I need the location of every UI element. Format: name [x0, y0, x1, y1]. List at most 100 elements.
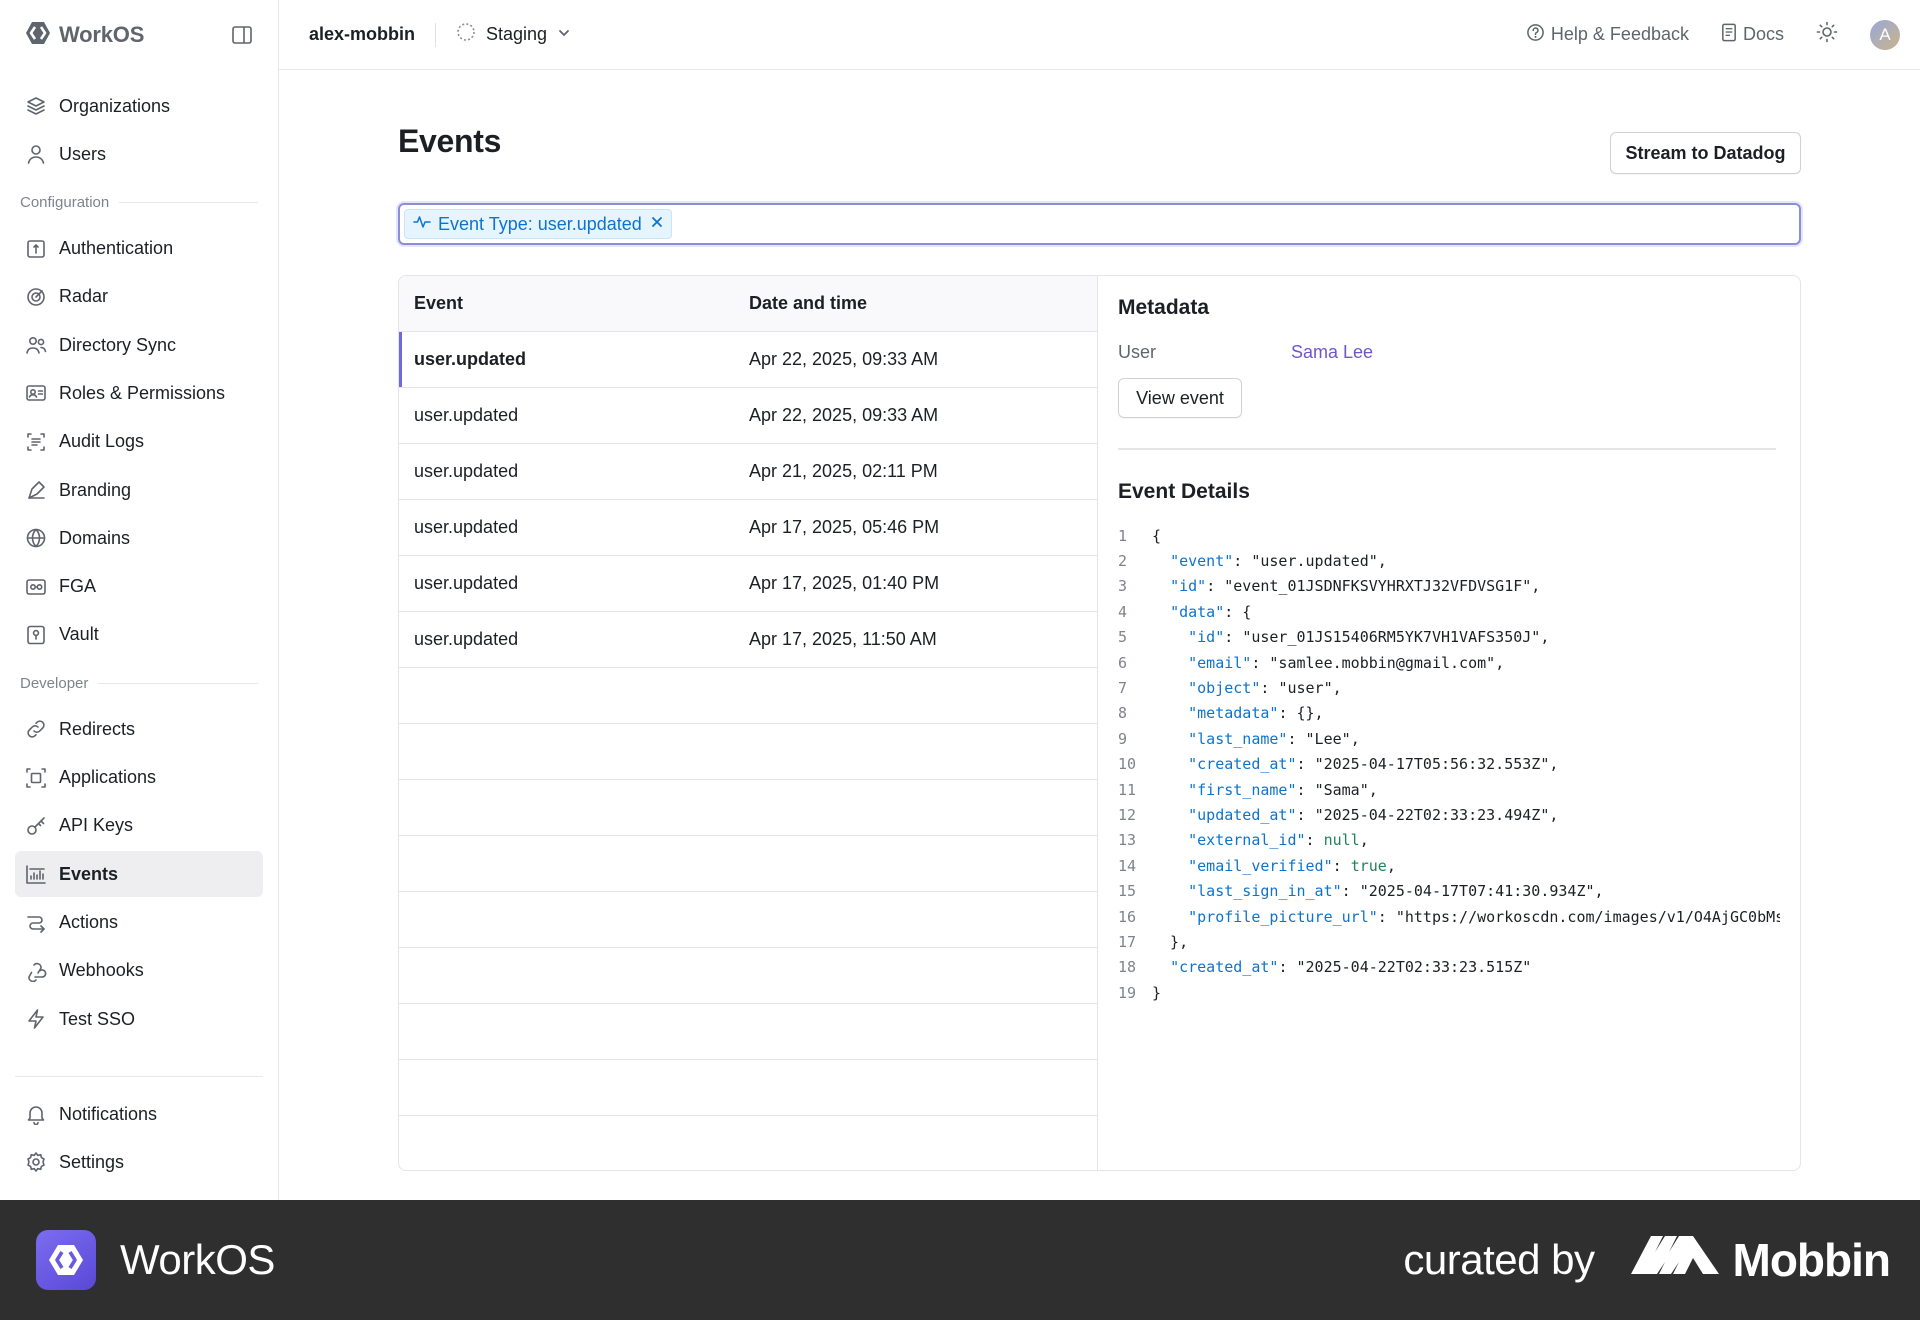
- vault-icon: [25, 624, 47, 646]
- avatar[interactable]: A: [1870, 19, 1900, 50]
- code-token: ,: [1549, 755, 1559, 774]
- app-window: WorkOS Organizations Users Configuration …: [0, 0, 1920, 1200]
- stream-to-datadog-button[interactable]: Stream to Datadog: [1610, 132, 1801, 174]
- table-header: Event Date and time: [399, 276, 1097, 332]
- sidebar-item-webhooks[interactable]: Webhooks: [15, 948, 263, 994]
- code-token: "Lee": [1305, 729, 1351, 748]
- sidebar-item-radar[interactable]: Radar: [15, 274, 263, 320]
- sidebar-item-label: Vault: [59, 624, 99, 645]
- sidebar-item-test-sso[interactable]: Test SSO: [15, 996, 263, 1042]
- sidebar-item-organizations[interactable]: Organizations: [15, 83, 263, 129]
- close-icon[interactable]: [651, 215, 663, 233]
- code-token: "user": [1278, 678, 1333, 697]
- line-number: 1: [1118, 526, 1128, 545]
- sidebar-item-fga[interactable]: FGA: [15, 564, 263, 610]
- sidebar-item-notifications[interactable]: Notifications: [15, 1091, 263, 1137]
- sidebar-item-applications[interactable]: Applications: [15, 755, 263, 801]
- webhook-icon: [25, 960, 47, 982]
- sidebar-item-label: Test SSO: [59, 1008, 136, 1029]
- sidebar-item-domains[interactable]: Domains: [15, 515, 263, 561]
- top-bar: alex-mobbin Staging Help & Feedback Docs…: [279, 0, 1920, 70]
- docs-link[interactable]: Docs: [1721, 23, 1784, 47]
- code-token: "2025-04-17T05:56:32.553Z": [1314, 755, 1550, 774]
- code-line: 4 "data": {: [1118, 600, 1780, 625]
- code-token: "event": [1170, 551, 1234, 570]
- banner-app-name: WorkOS: [120, 1236, 275, 1283]
- sidebar-item-label: Branding: [59, 479, 132, 500]
- code-token: "data": [1170, 602, 1225, 621]
- line-number: 18: [1118, 958, 1137, 977]
- sidebar-item-audit-logs[interactable]: Audit Logs: [15, 419, 263, 465]
- brand[interactable]: WorkOS: [25, 20, 144, 51]
- sidebar-item-label: Users: [59, 143, 107, 164]
- filter-input[interactable]: Event Type: user.updated: [398, 203, 1801, 245]
- sidebar-item-events[interactable]: Events: [15, 851, 263, 898]
- sidebar-item-directory-sync[interactable]: Directory Sync: [15, 322, 263, 368]
- sidebar-item-label: Radar: [59, 286, 109, 307]
- filter-chip-label: Event Type: user.updated: [438, 213, 642, 234]
- sidebar-item-actions[interactable]: Actions: [15, 899, 263, 945]
- code-line: 12 "updated_at": "2025-04-22T02:33:23.49…: [1118, 803, 1780, 828]
- top-actions: Help & Feedback Docs A: [1526, 19, 1900, 50]
- line-number: 4: [1118, 602, 1128, 621]
- sidebar-item-label: Actions: [59, 911, 119, 932]
- code-line: 17 },: [1118, 930, 1780, 955]
- brand-name: WorkOS: [59, 22, 145, 47]
- event-date-cell: Apr 22, 2025, 09:33 AM: [749, 405, 939, 425]
- code-token: "object": [1188, 678, 1261, 697]
- table-body: user.updated Apr 22, 2025, 09:33 AM user.…: [399, 332, 1097, 1170]
- sidebar-item-redirects[interactable]: Redirects: [15, 706, 263, 752]
- sidebar-item-label: Notifications: [59, 1103, 158, 1124]
- code-token: "created_at": [1170, 958, 1279, 977]
- line-number: 8: [1118, 704, 1128, 723]
- code-token: "first_name": [1188, 780, 1297, 799]
- divider: [435, 22, 437, 47]
- sidebar-item-api-keys[interactable]: API Keys: [15, 803, 263, 849]
- metadata-user-key: User: [1118, 342, 1157, 362]
- sidebar-item-label: FGA: [59, 576, 97, 597]
- code-token: :: [1296, 755, 1315, 774]
- metadata-user-link[interactable]: Sama Lee: [1291, 342, 1373, 363]
- code-token: {: [1152, 526, 1162, 545]
- theme-toggle-icon[interactable]: [1816, 21, 1838, 48]
- filter-chip[interactable]: Event Type: user.updated: [404, 209, 672, 239]
- event-name-cell: user.updated: [414, 461, 519, 481]
- org-name[interactable]: alex-mobbin: [309, 24, 415, 45]
- sidebar-item-label: Settings: [59, 1151, 125, 1172]
- help-feedback-link[interactable]: Help & Feedback: [1526, 23, 1689, 47]
- code-token: ,: [1540, 628, 1550, 647]
- sidebar-item-settings[interactable]: Settings: [15, 1139, 263, 1185]
- event-date-cell: Apr 17, 2025, 11:50 AM: [749, 629, 937, 649]
- table-row[interactable]: user.updated Apr 17, 2025, 11:50 AM: [399, 612, 1097, 668]
- docs-icon: [1721, 23, 1737, 47]
- table-row[interactable]: user.updated Apr 17, 2025, 01:40 PM: [399, 556, 1097, 612]
- line-number: 11: [1118, 780, 1137, 799]
- bell-icon: [25, 1103, 47, 1126]
- event-name-cell: user.updated: [414, 629, 519, 649]
- sidebar-toggle-icon[interactable]: [230, 23, 254, 47]
- view-event-button[interactable]: View event: [1118, 378, 1242, 418]
- sidebar-item-vault[interactable]: Vault: [15, 612, 263, 658]
- mobbin-wordmark: Mobbin: [1732, 1234, 1891, 1286]
- sidebar-item-authentication[interactable]: Authentication: [15, 226, 263, 272]
- table-row[interactable]: user.updated Apr 21, 2025, 02:11 PM: [399, 444, 1097, 500]
- code-token: true: [1350, 856, 1387, 875]
- code-token: "Sama": [1314, 780, 1369, 799]
- sidebar-header: WorkOS: [0, 0, 278, 70]
- sidebar-item-roles-permissions[interactable]: Roles & Permissions: [15, 370, 263, 416]
- table-row[interactable]: user.updated Apr 22, 2025, 09:33 AM: [399, 332, 1097, 388]
- sidebar-item-branding[interactable]: Branding: [15, 467, 263, 513]
- code-token: :: [1332, 856, 1351, 875]
- environment-switcher[interactable]: Staging: [456, 22, 571, 47]
- divider: [98, 682, 258, 684]
- table-row[interactable]: user.updated Apr 17, 2025, 05:46 PM: [399, 500, 1097, 556]
- sidebar-item-users[interactable]: Users: [15, 131, 263, 177]
- code-token: }: [1152, 983, 1162, 1002]
- table-row[interactable]: user.updated Apr 22, 2025, 09:33 AM: [399, 388, 1097, 444]
- code-token: ,: [1495, 653, 1505, 672]
- code-line: 15 "last_sign_in_at": "2025-04-17T07:41:…: [1118, 879, 1780, 904]
